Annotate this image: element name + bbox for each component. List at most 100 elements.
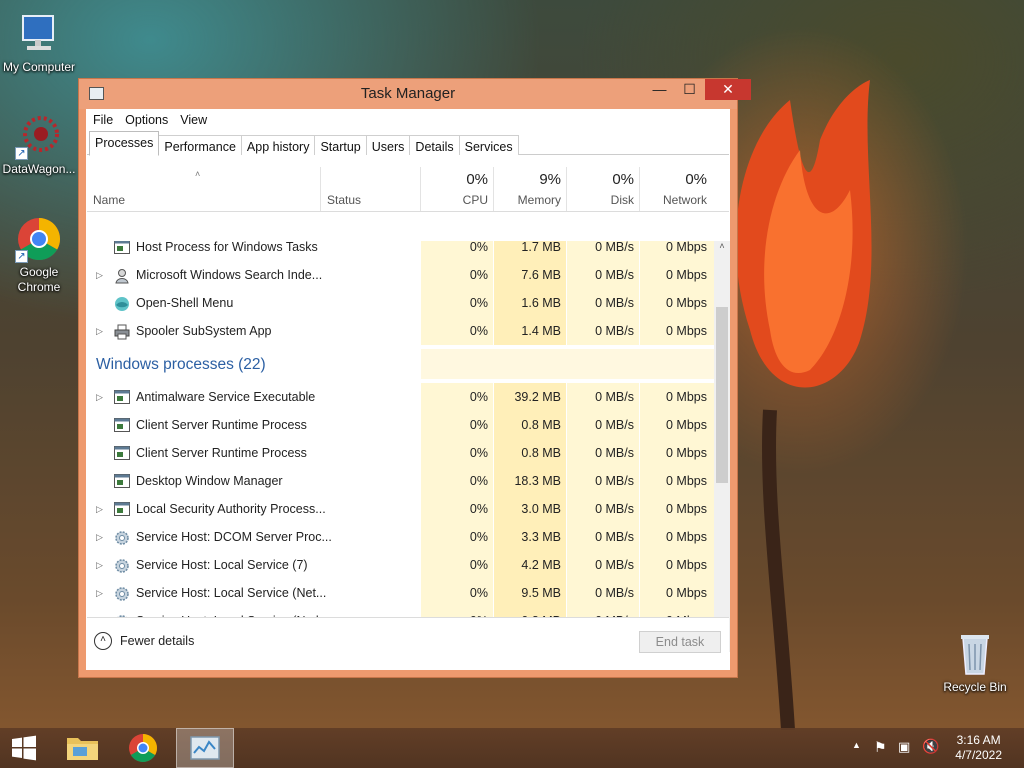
tab-users[interactable]: Users (365, 135, 411, 155)
process-row[interactable]: ▷ Service Host: Local Service (7) 0% 4.2 MB… (87, 551, 716, 579)
tab-strip: Processes Performance App history Startu… (87, 131, 729, 156)
expand-chevron-icon[interactable]: ▷ (96, 261, 103, 289)
memory-value: 39.2 MB (514, 390, 561, 404)
process-name: Desktop Window Manager (136, 474, 283, 488)
tab-processes[interactable]: Processes (89, 131, 160, 156)
column-network[interactable]: Network (640, 193, 707, 207)
chevron-up-icon: ˄ (94, 632, 112, 650)
cpu-value: 0% (469, 418, 488, 432)
network-icon[interactable]: ▣ (898, 739, 910, 755)
process-name: Host Process for Windows Tasks (136, 241, 318, 254)
process-name: Local Security Authority Process... (136, 502, 326, 516)
taskbar-task-manager[interactable] (176, 728, 234, 768)
column-status[interactable]: Status (327, 193, 361, 207)
column-memory[interactable]: Memory (494, 193, 561, 207)
desktop-icon-my-computer[interactable]: My Computer (0, 10, 81, 75)
expand-chevron-icon[interactable]: ▷ (96, 383, 103, 411)
column-cpu[interactable]: CPU (421, 193, 488, 207)
network-value: 0 Mbps (666, 390, 707, 404)
taskbar-chrome[interactable] (114, 728, 172, 768)
process-row[interactable]: Desktop Window Manager 0% 18.3 MB 0 MB/s 0 M… (87, 467, 716, 495)
monitor-icon (22, 15, 54, 50)
process-name: Spooler SubSystem App (136, 324, 272, 338)
clock[interactable]: 3:16 AM 4/7/2022 (955, 733, 1002, 763)
vertical-scrollbar[interactable]: ˄ ˅ (714, 241, 730, 652)
network-value: 0 Mbps (666, 502, 707, 516)
menu-options[interactable]: Options (125, 113, 168, 127)
process-name: Client Server Runtime Process (136, 446, 307, 460)
minimize-button[interactable]: — (645, 79, 674, 100)
process-row[interactable]: Open-Shell Menu 0% 1.6 MB 0 MB/s 0 Mbps (87, 289, 716, 317)
close-button[interactable]: ✕ (705, 79, 751, 100)
process-row[interactable]: ▷ Antimalware Service Executable 0% 39.2 MB… (87, 383, 716, 411)
process-row[interactable]: ▷ Microsoft Windows Search Inde... 0% 7.6 M… (87, 261, 716, 289)
disk-value: 0 MB/s (595, 241, 634, 254)
memory-value: 1.4 MB (521, 324, 561, 338)
disk-value: 0 MB/s (595, 390, 634, 404)
desktop-icon-recycle-bin[interactable]: Recycle Bin (933, 630, 1017, 695)
expand-chevron-icon[interactable]: ▷ (96, 495, 103, 523)
network-value: 0 Mbps (666, 446, 707, 460)
cpu-value: 0% (469, 446, 488, 460)
expand-chevron-icon[interactable]: ▷ (96, 579, 103, 607)
footer-bar: ˄ Fewer details End task (87, 617, 729, 669)
memory-value: 0.8 MB (521, 446, 561, 460)
wallpaper-tulip (735, 80, 872, 730)
windows-logo-icon (12, 735, 36, 761)
cpu-value: 0% (469, 296, 488, 310)
process-row[interactable]: Client Server Runtime Process 0% 0.8 MB 0 M… (87, 439, 716, 467)
window-title: Task Manager (360, 85, 456, 102)
column-name[interactable]: Name (93, 193, 125, 207)
tab-details[interactable]: Details (409, 135, 460, 155)
desktop-icon-label: DataWagon... (2, 162, 76, 176)
expand-chevron-icon[interactable]: ▷ (96, 317, 103, 345)
process-row[interactable]: Client Server Runtime Process 0% 0.8 MB 0 M… (87, 411, 716, 439)
tab-startup[interactable]: Startup (314, 135, 367, 155)
process-row[interactable]: ▷ Service Host: DCOM Server Proc... 0% 3.3 … (87, 523, 716, 551)
memory-percent: 9% (539, 171, 561, 188)
recycle-bin-icon (961, 635, 989, 675)
fewer-details-button[interactable]: ˄ Fewer details (94, 632, 194, 650)
memory-value: 3.0 MB (521, 502, 561, 516)
action-center-flag-icon[interactable]: ⚑ (874, 739, 887, 756)
disk-value: 0 MB/s (595, 502, 634, 516)
volume-muted-icon[interactable]: 🔇 (922, 738, 939, 755)
expand-chevron-icon[interactable]: ▷ (96, 523, 103, 551)
memory-value: 18.3 MB (514, 474, 561, 488)
column-disk[interactable]: Disk (567, 193, 634, 207)
process-row[interactable]: ▷ Local Security Authority Process... 0% 3.… (87, 495, 716, 523)
network-value: 0 Mbps (666, 296, 707, 310)
desktop-icon-label: Recycle Bin (943, 680, 1007, 694)
window-app-icon (114, 390, 130, 404)
scroll-thumb[interactable] (716, 307, 728, 483)
memory-value: 4.2 MB (521, 558, 561, 572)
tab-services[interactable]: Services (458, 135, 519, 155)
menu-file[interactable]: File (93, 113, 113, 127)
network-value: 0 Mbps (666, 268, 707, 282)
window-app-icon (114, 474, 130, 488)
process-name: Microsoft Windows Search Inde... (136, 268, 323, 282)
menu-view[interactable]: View (180, 113, 207, 127)
start-button[interactable] (0, 728, 58, 768)
group-header-windows-processes[interactable]: Windows processes (22) (87, 345, 716, 383)
end-task-button[interactable]: End task (639, 631, 721, 653)
tab-performance[interactable]: Performance (158, 135, 242, 155)
desktop-icon-google-chrome[interactable]: ↗ Google Chrome (0, 215, 81, 295)
process-row[interactable]: ▷ Spooler SubSystem App 0% 1.4 MB 0 MB/s 0 Mb… (87, 317, 716, 345)
tab-app-history[interactable]: App history (240, 135, 316, 155)
process-name: Service Host: Local Service (7) (136, 558, 308, 572)
process-list[interactable]: Host Process for Windows Tasks 0% 1.7 MB 0 … (87, 241, 716, 652)
show-hidden-icons-button[interactable]: ▲ (852, 740, 861, 750)
process-row[interactable]: ▷ Service Host: Local Service (Net... 0% 9.… (87, 579, 716, 607)
desktop-icon-datawagon[interactable]: ↗ DataWagon... (0, 112, 81, 177)
task-manager-window: Task Manager — ☐ ✕ File Options View Pro… (78, 78, 751, 678)
expand-chevron-icon[interactable]: ▷ (96, 551, 103, 579)
system-tray: ▲ ⚑ ▣ 🔇 3:16 AM 4/7/2022 (824, 728, 1024, 768)
maximize-button[interactable]: ☐ (675, 79, 704, 100)
title-bar[interactable]: Task Manager — ☐ ✕ (79, 79, 751, 109)
cpu-value: 0% (469, 586, 488, 600)
taskbar-file-explorer[interactable] (54, 728, 112, 768)
window-app-icon (114, 502, 130, 516)
process-row[interactable]: Host Process for Windows Tasks 0% 1.7 MB 0 … (87, 241, 716, 261)
scroll-up-arrow-icon[interactable]: ˄ (714, 241, 730, 251)
